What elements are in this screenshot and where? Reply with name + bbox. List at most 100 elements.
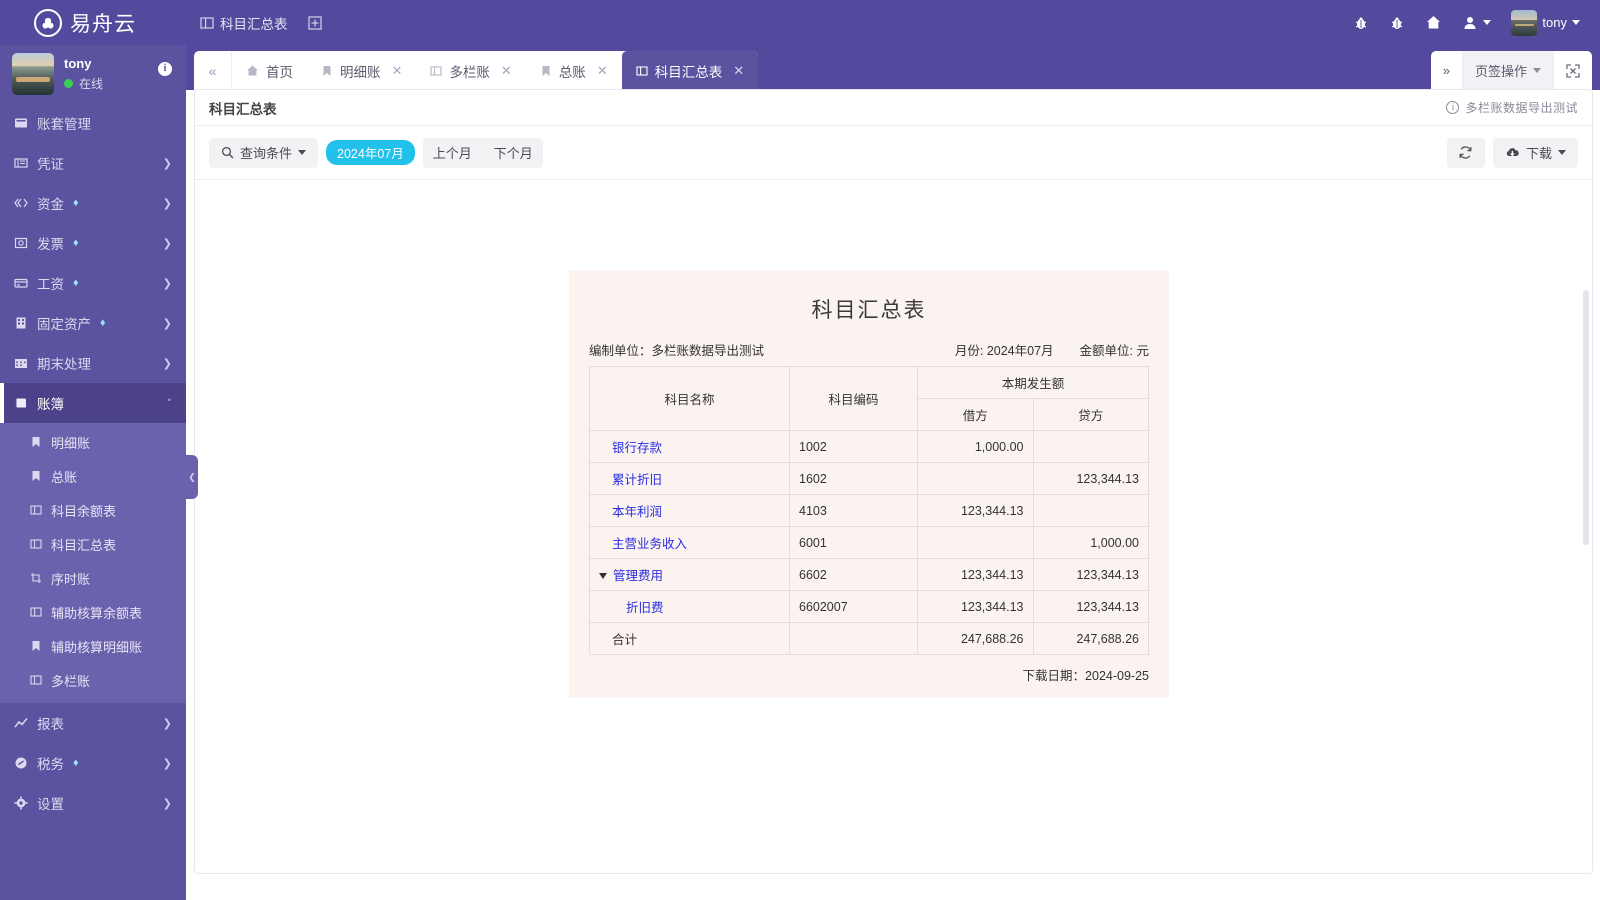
- table-row[interactable]: 主营业务收入 6001 1,000.00: [589, 526, 1149, 559]
- download-label: 下载: [1525, 146, 1552, 161]
- sidebar-subitem-aux-balance[interactable]: 辅助核算余额表: [0, 595, 186, 629]
- voucher-icon: [14, 156, 28, 170]
- premium-gem-icon: ♦: [100, 317, 106, 329]
- sidebar-item-tax[interactable]: 税务 ♦ ❯: [0, 743, 186, 783]
- close-icon[interactable]: ✕: [597, 63, 608, 79]
- close-icon[interactable]: ✕: [733, 63, 744, 79]
- sidebar-subitem-aux-detail[interactable]: 辅助核算明细账: [0, 629, 186, 663]
- collapse-row-icon[interactable]: [599, 573, 607, 579]
- sidebar-item-label: 税务: [37, 757, 64, 772]
- chevron-right-icon: ❯: [162, 236, 172, 250]
- cell-total-debit: 247,688.26: [917, 622, 1034, 655]
- brand-name: 易舟云: [70, 12, 136, 36]
- sidebar-item-salary[interactable]: 工资 ♦ ❯: [0, 263, 186, 303]
- subject-link[interactable]: 折旧费: [626, 601, 664, 615]
- info-icon[interactable]: i: [158, 62, 172, 76]
- tab-home[interactable]: 首页: [232, 51, 307, 90]
- bug-icon-1-button[interactable]: [1353, 15, 1369, 31]
- sidebar-item-voucher[interactable]: 凭证 ❯: [0, 143, 186, 183]
- sidebar-item-reports[interactable]: 报表 ❯: [0, 703, 186, 743]
- prev-month-button[interactable]: 上个月: [429, 143, 476, 162]
- sidebar-item-label: 账套管理: [37, 117, 91, 132]
- report-period-label: 月份: 2024年07月: [954, 344, 1054, 358]
- home-button[interactable]: [1425, 14, 1442, 31]
- table-row[interactable]: 本年利润 4103 123,344.13: [589, 494, 1149, 527]
- sidebar-subitem-multi-column[interactable]: 多栏账: [0, 663, 186, 697]
- table-row[interactable]: 折旧费 6602007 123,344.13 123,344.13: [589, 590, 1149, 623]
- ledger-icon: [14, 396, 28, 410]
- cell-total-credit: 247,688.26: [1032, 622, 1149, 655]
- tabs-scroll-left-button[interactable]: «: [194, 51, 232, 90]
- sidebar-item-period-close[interactable]: 期末处理 ❯: [0, 343, 186, 383]
- refresh-button[interactable]: [1446, 137, 1485, 168]
- subject-link[interactable]: 主营业务收入: [612, 537, 687, 551]
- sidebar-item-label: 凭证: [37, 157, 64, 172]
- sidebar-subitem-label: 辅助核算明细账: [51, 639, 143, 655]
- tab-detail-ledger[interactable]: 明细账 ✕: [307, 51, 416, 90]
- chevron-right-icon: ❯: [162, 716, 172, 730]
- sidebar-item-invoice[interactable]: 发票 ♦ ❯: [0, 223, 186, 263]
- sidebar: tony 在线 i 账套管理 凭证 ❯ 资金 ♦ ❯ 发票 ♦ ❯ 工资 ♦ ❯…: [0, 45, 186, 900]
- sidebar-profile[interactable]: tony 在线 i: [0, 45, 186, 103]
- sidebar-item-fixed-asset[interactable]: 固定资产 ♦ ❯: [0, 303, 186, 343]
- sidebar-item-account-set[interactable]: 账套管理: [0, 103, 186, 143]
- download-button[interactable]: 下载: [1492, 137, 1578, 168]
- user-switch-button[interactable]: [1462, 15, 1492, 31]
- cell-subject-name: 主营业务收入: [589, 526, 790, 559]
- salary-icon: [14, 276, 28, 290]
- vertical-scrollbar[interactable]: [1583, 290, 1589, 545]
- table-row[interactable]: 管理费用 6602 123,344.13 123,344.13: [589, 558, 1149, 591]
- sidebar-subitem-general-ledger[interactable]: 总账: [0, 459, 186, 493]
- fullscreen-button[interactable]: [1553, 51, 1592, 90]
- table-total-row: 合计 247,688.26 247,688.26: [589, 622, 1149, 655]
- header-menu-item-subject-summary[interactable]: 科目汇总表: [200, 13, 288, 33]
- tax-icon: [14, 756, 28, 770]
- asset-icon: [14, 316, 28, 330]
- cell-subject-name: 折旧费: [589, 590, 790, 623]
- brand-logo[interactable]: 易舟云: [0, 0, 190, 45]
- sidebar-subitem-label: 序时账: [51, 571, 91, 587]
- subject-link[interactable]: 累计折旧: [612, 473, 662, 487]
- sidebar-item-settings[interactable]: 设置 ❯: [0, 783, 186, 823]
- chevron-down-icon: [298, 150, 307, 155]
- sidebar-item-ledger[interactable]: 账簿 ˅: [0, 383, 186, 423]
- tab-label: 明细账: [340, 64, 381, 80]
- add-panel-button[interactable]: [307, 15, 322, 30]
- tab-multi-column[interactable]: 多栏账 ✕: [416, 51, 525, 90]
- close-icon[interactable]: ✕: [392, 63, 403, 79]
- tab-general-ledger[interactable]: 总账 ✕: [526, 51, 622, 90]
- close-icon[interactable]: ✕: [501, 63, 512, 79]
- sidebar-item-label: 设置: [37, 797, 64, 812]
- sidebar-subitem-chronological[interactable]: 序时账: [0, 561, 186, 595]
- subject-link[interactable]: 银行存款: [612, 441, 662, 455]
- sidebar-subitem-balance-sheet[interactable]: 科目余额表: [0, 493, 186, 527]
- table-row[interactable]: 银行存款 1002 1,000.00: [589, 430, 1149, 463]
- sidebar-item-label: 发票: [37, 237, 64, 252]
- cell-subject-name: 累计折旧: [589, 462, 790, 495]
- tab-subject-summary[interactable]: 科目汇总表 ✕: [621, 51, 759, 90]
- cell-subject-name: 本年利润: [589, 494, 790, 527]
- th-debit: 借方: [917, 398, 1034, 431]
- tab-operations-menu[interactable]: 页签操作: [1461, 51, 1553, 90]
- sidebar-collapse-handle[interactable]: ❮: [186, 455, 198, 499]
- user-menu[interactable]: tony: [1511, 9, 1580, 36]
- sidebar-item-fund[interactable]: 资金 ♦ ❯: [0, 183, 186, 223]
- next-month-button[interactable]: 下个月: [490, 143, 537, 162]
- current-month-badge[interactable]: 2024年07月: [326, 140, 415, 165]
- subject-link[interactable]: 本年利润: [612, 505, 662, 519]
- th-subject-name: 科目名称: [589, 366, 790, 431]
- sidebar-subitem-detail-ledger[interactable]: 明细账: [0, 425, 186, 459]
- table-row[interactable]: 累计折旧 1602 123,344.13: [589, 462, 1149, 495]
- cell-subject-code: 1602: [789, 462, 918, 495]
- tabs-scroll-right-button[interactable]: »: [1431, 51, 1462, 90]
- cell-debit: 123,344.13: [917, 494, 1034, 527]
- info-icon[interactable]: i: [1446, 101, 1460, 114]
- bug-icon-2-button[interactable]: [1389, 15, 1405, 31]
- cell-credit: 123,344.13: [1032, 558, 1149, 591]
- download-cloud-icon: [1505, 145, 1520, 160]
- sidebar-subitem-subject-summary[interactable]: 科目汇总表: [0, 527, 186, 561]
- subject-link[interactable]: 管理费用: [613, 569, 663, 583]
- query-conditions-button[interactable]: 查询条件: [209, 137, 319, 168]
- tab-label: 多栏账: [449, 64, 490, 80]
- report-unit-label: 编制单位：多栏账数据导出测试: [589, 344, 765, 358]
